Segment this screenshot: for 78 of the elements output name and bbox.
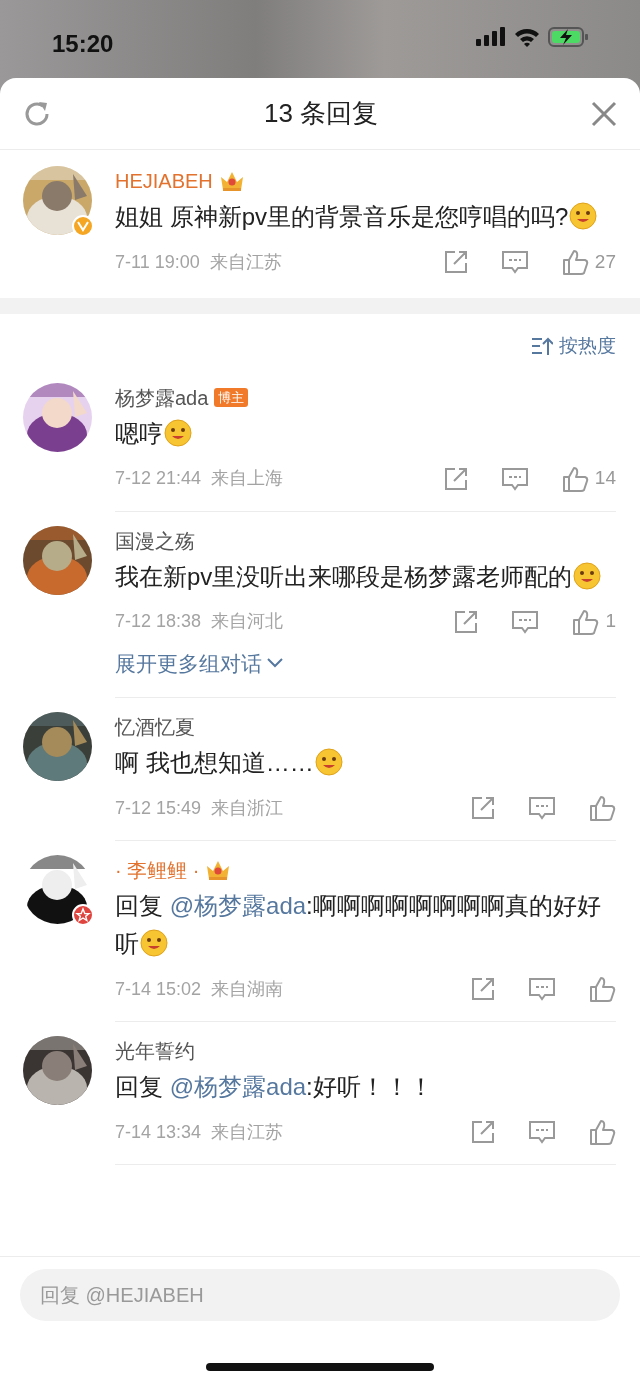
comment-button[interactable] — [528, 976, 556, 1002]
share-icon — [470, 1119, 496, 1145]
comment-location: 来自浙江 — [211, 796, 284, 820]
blogger-tag: 博主 — [214, 388, 249, 407]
like-button[interactable]: 14 — [560, 464, 616, 493]
comment-icon — [528, 795, 556, 821]
share-icon — [453, 608, 480, 635]
close-button[interactable] — [590, 99, 618, 128]
comment-button[interactable] — [511, 608, 540, 635]
smiley-icon — [163, 417, 193, 448]
thumbs-up-icon — [560, 464, 589, 493]
username[interactable]: 国漫之殇 — [115, 525, 195, 556]
expand-link[interactable]: 展开更多组对话 — [115, 647, 284, 679]
comment-time: 7-14 13:34 — [115, 1120, 202, 1144]
like-button[interactable]: 1 — [571, 607, 616, 636]
comment-location: 来自江苏 — [211, 1120, 284, 1144]
thumbs-up-icon — [560, 248, 589, 276]
comment-button[interactable] — [500, 465, 529, 492]
comment-text: 回复 @杨梦露ada:啊啊啊啊啊啊啊啊真的好好听 — [115, 891, 602, 960]
comment-time: 7-12 18:38 — [115, 610, 202, 633]
username[interactable]: 忆酒忆夏 — [115, 712, 195, 742]
thumbs-up-icon — [588, 975, 616, 1003]
sort-icon — [531, 336, 553, 357]
comment-text: 姐姐 原神新pv里的背景音乐是您哼唱的吗? — [115, 198, 616, 236]
vip-username[interactable]: HEJIABEH — [115, 166, 213, 196]
smiley-icon — [139, 928, 169, 958]
comment-time: 7-11 19:00 — [115, 250, 200, 274]
comment-icon — [500, 249, 529, 275]
comment-icon — [528, 976, 556, 1002]
share-button[interactable] — [442, 249, 469, 275]
comment-button[interactable] — [528, 1119, 556, 1145]
comment-location: 来自湖南 — [211, 977, 284, 1001]
comment-time: 7-12 21:44 — [115, 467, 202, 490]
share-button[interactable] — [453, 608, 480, 635]
sort-button[interactable]: 按热度 — [531, 332, 616, 361]
smiley-icon — [572, 560, 603, 591]
signal-icon — [476, 27, 506, 47]
comment-text: 回复 @杨梦露ada:好听！！！ — [115, 1072, 434, 1102]
thumbs-up-icon — [571, 607, 600, 636]
thumbs-up-icon — [588, 1118, 616, 1146]
comment-icon — [500, 465, 529, 492]
comment-time: 7-12 15:49 — [115, 796, 202, 820]
sheet-title: 13 条回复 — [263, 97, 379, 130]
share-icon — [470, 976, 496, 1002]
comment-icon — [528, 1119, 556, 1145]
share-button[interactable] — [470, 1119, 496, 1145]
comment-location: 来自河北 — [211, 610, 284, 633]
like-button[interactable] — [588, 975, 616, 1003]
battery-charging-icon — [548, 26, 588, 48]
close-icon — [590, 99, 618, 128]
comment-text: 我在新pv里没听出来哪段是杨梦露老师配的 — [115, 557, 616, 596]
comment-text: 嗯哼 — [115, 414, 616, 453]
comment-time: 7-14 15:02 — [115, 977, 202, 1001]
share-button[interactable] — [442, 465, 469, 492]
share-icon — [442, 249, 469, 275]
comment-location: 来自上海 — [211, 467, 284, 490]
share-icon — [470, 795, 496, 821]
share-icon — [442, 465, 469, 492]
like-button[interactable] — [588, 794, 616, 822]
comment-button[interactable] — [528, 795, 556, 821]
chevron-down-icon — [266, 657, 284, 670]
share-button[interactable] — [470, 976, 496, 1002]
smiley-icon — [568, 201, 599, 231]
smiley-icon — [313, 747, 344, 777]
comment-icon — [511, 608, 540, 635]
wifi-icon — [514, 27, 540, 47]
clock-time: 15:20 — [52, 29, 114, 59]
vip-username[interactable]: · 李鲤鲤 · — [115, 855, 200, 885]
reply-input-field[interactable]: 回复 @HEJIABEH — [20, 1269, 620, 1321]
username[interactable]: 光年誓约 — [115, 1036, 195, 1066]
comment-location: 来自江苏 — [209, 250, 282, 274]
thumbs-up-icon — [588, 794, 616, 822]
comment-text: 啊 我也想知道…… — [115, 744, 616, 782]
comment-button[interactable] — [500, 249, 529, 275]
like-button[interactable]: 27 — [560, 247, 616, 277]
like-button[interactable] — [588, 1118, 616, 1146]
share-button[interactable] — [470, 795, 496, 821]
username[interactable]: 杨梦露ada — [115, 382, 209, 413]
